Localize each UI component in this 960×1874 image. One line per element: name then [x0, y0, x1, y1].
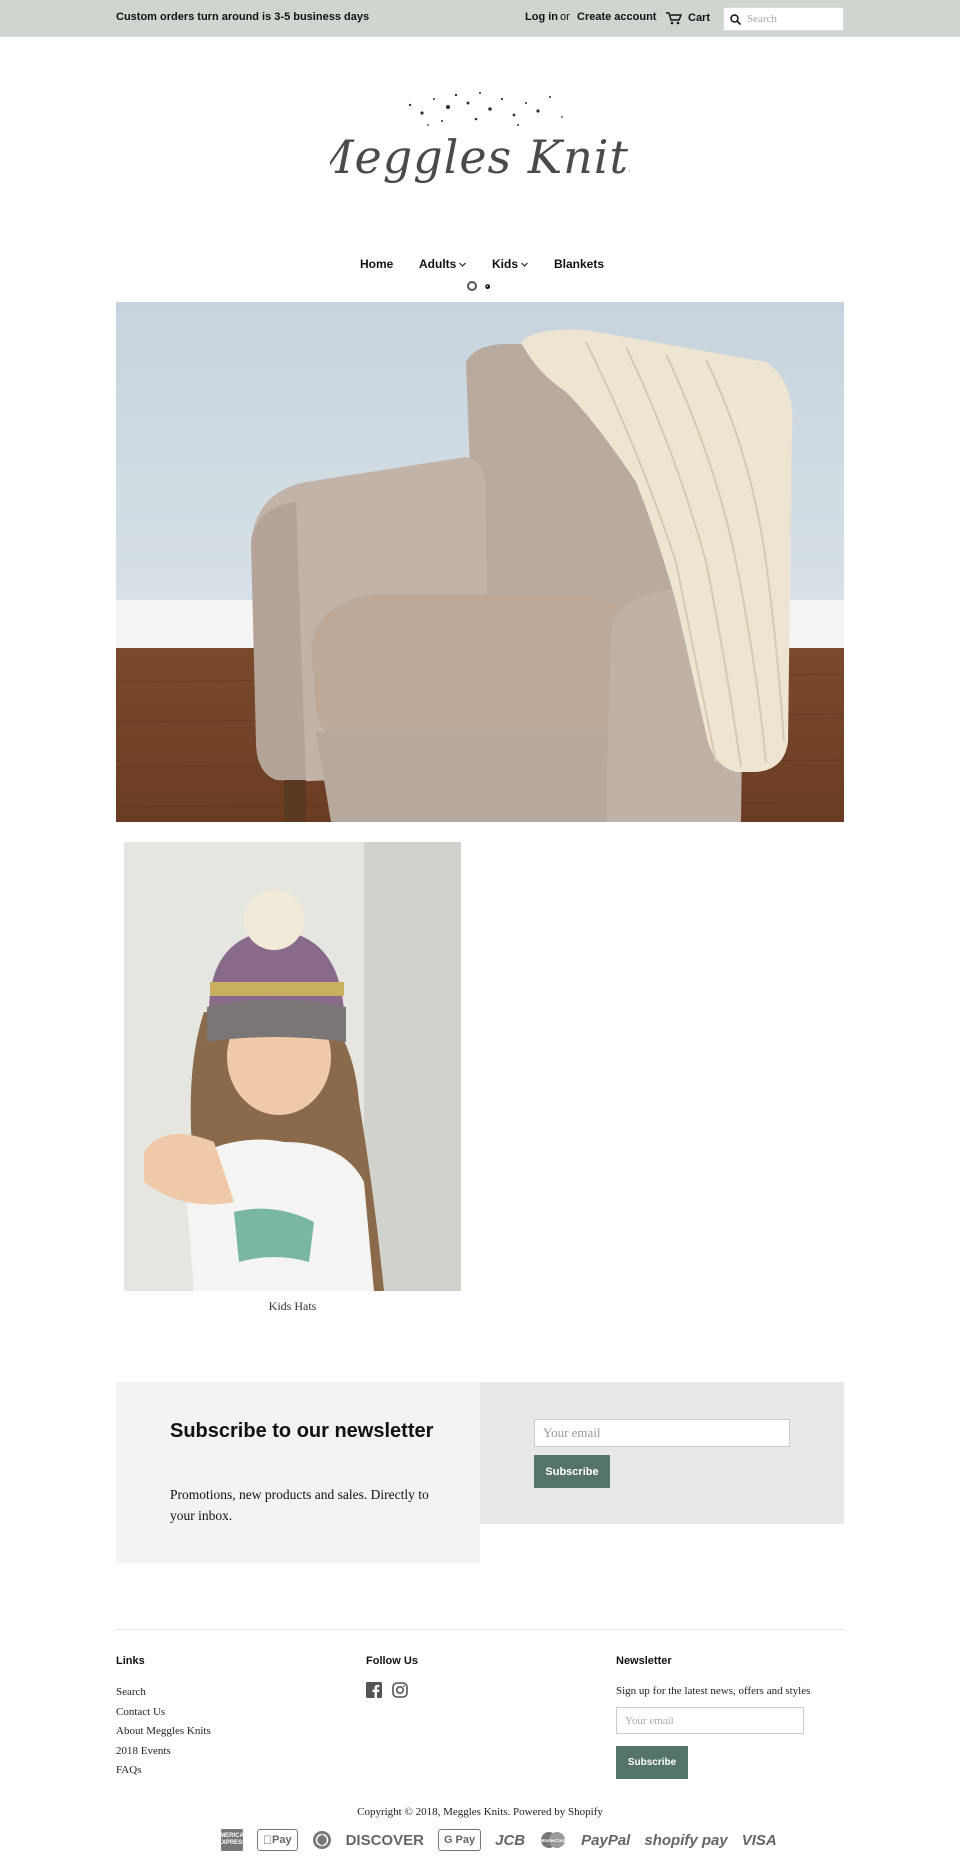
- search-icon[interactable]: [730, 13, 741, 25]
- chevron-down-icon: [459, 262, 467, 267]
- paypal-icon: PayPal: [581, 1828, 630, 1852]
- search-form: [723, 7, 844, 31]
- footer-link-contact[interactable]: Contact Us: [116, 1703, 211, 1723]
- collection-title: Kids Hats: [268, 1299, 317, 1313]
- apple-pay-label: Pay: [263, 1834, 292, 1846]
- jcb-icon: JCB: [495, 1828, 525, 1852]
- jcb-label: JCB: [486, 1831, 525, 1849]
- nav-home[interactable]: Home: [360, 257, 393, 271]
- footer-link-about[interactable]: About Meggles Knits: [116, 1722, 211, 1742]
- hero-slide-image: [116, 302, 844, 822]
- mastercard-label: MasterCard: [541, 1838, 566, 1843]
- footer-link-events[interactable]: 2018 Events: [116, 1742, 211, 1762]
- nav-kids[interactable]: Kids: [492, 257, 528, 271]
- visa-icon: VISA: [742, 1828, 777, 1852]
- copyright-text: Copyright © 2018, Meggles Knits. Powered…: [357, 1806, 603, 1818]
- login-link[interactable]: Log in: [525, 11, 558, 23]
- footer-newsletter-text: Sign up for the latest news, offers and …: [616, 1685, 811, 1697]
- payment-icons: AMERICAN EXPRESS Pay DISCOVER G Pay JCB…: [216, 1828, 777, 1852]
- shopify-pay-icon: shopify pay: [644, 1828, 727, 1852]
- instagram-icon[interactable]: [392, 1682, 408, 1703]
- visa-label: VISA: [732, 1831, 777, 1849]
- nav-kids-label: Kids: [492, 257, 519, 271]
- paypal-label: PayPal: [572, 1831, 630, 1849]
- footer-follow-title: Follow Us: [366, 1655, 418, 1667]
- site-logo[interactable]: Meggles Knits: [305, 85, 653, 205]
- newsletter-subscribe-button[interactable]: Subscribe: [534, 1455, 610, 1488]
- newsletter-form: Subscribe: [480, 1382, 844, 1524]
- footer-divider: [116, 1629, 844, 1630]
- footer-social: [366, 1682, 408, 1703]
- nav-blankets-label: Blankets: [554, 257, 605, 271]
- cart-link[interactable]: Cart: [666, 9, 710, 27]
- nav-adults-label: Adults: [419, 257, 457, 271]
- create-account-link[interactable]: Create account: [577, 11, 656, 23]
- footer-link-faqs[interactable]: FAQs: [116, 1761, 211, 1781]
- nav-blankets[interactable]: Blankets: [554, 257, 604, 271]
- logo-text: Meggles Knits: [330, 130, 630, 184]
- slide-dot-1[interactable]: [467, 281, 477, 291]
- mastercard-icon: MasterCard: [539, 1828, 567, 1852]
- footer-subscribe-button[interactable]: Subscribe: [616, 1746, 688, 1779]
- footer-links-list: Search Contact Us About Meggles Knits 20…: [116, 1683, 211, 1781]
- discover-label: DISCOVER: [336, 1831, 424, 1849]
- slide-dot-2[interactable]: [485, 284, 490, 289]
- chevron-down-icon: [521, 262, 528, 267]
- collection-card-kids-hats[interactable]: Kids Hats: [124, 842, 461, 1314]
- footer-newsletter-title: Newsletter: [616, 1655, 672, 1667]
- facebook-icon[interactable]: [366, 1682, 382, 1703]
- cart-icon: [666, 11, 682, 24]
- announcement-text: Custom orders turn around is 3-5 busines…: [116, 11, 370, 23]
- diners-club-icon: [312, 1828, 332, 1852]
- amex-icon: AMERICAN EXPRESS: [216, 1829, 248, 1851]
- google-pay-label: G Pay: [434, 1834, 475, 1846]
- footer-email-field[interactable]: [616, 1707, 804, 1734]
- search-input[interactable]: [747, 13, 837, 25]
- collection-image: [124, 842, 461, 1291]
- nav-home-label: Home: [360, 257, 394, 271]
- footer-link-search[interactable]: Search: [116, 1683, 211, 1703]
- account-or-text: or: [560, 11, 570, 23]
- shopify-pay-label: shopify pay: [635, 1831, 727, 1849]
- newsletter-email-field[interactable]: [534, 1419, 790, 1447]
- apple-pay-icon: Pay: [257, 1829, 298, 1851]
- nav-adults[interactable]: Adults: [419, 257, 467, 271]
- newsletter-info: Subscribe to our newsletter Promotions, …: [116, 1382, 480, 1563]
- newsletter-description: Promotions, new products and sales. Dire…: [170, 1487, 429, 1523]
- footer-links-title: Links: [116, 1655, 145, 1667]
- cart-label: Cart: [688, 12, 711, 24]
- discover-icon: DISCOVER: [346, 1828, 424, 1852]
- newsletter-heading: Subscribe to our newsletter: [170, 1420, 434, 1442]
- google-pay-icon: G Pay: [434, 1829, 482, 1851]
- announcement-bar: Custom orders turn around is 3-5 busines…: [0, 0, 960, 37]
- amex-label: AMERICAN EXPRESS: [215, 1833, 249, 1846]
